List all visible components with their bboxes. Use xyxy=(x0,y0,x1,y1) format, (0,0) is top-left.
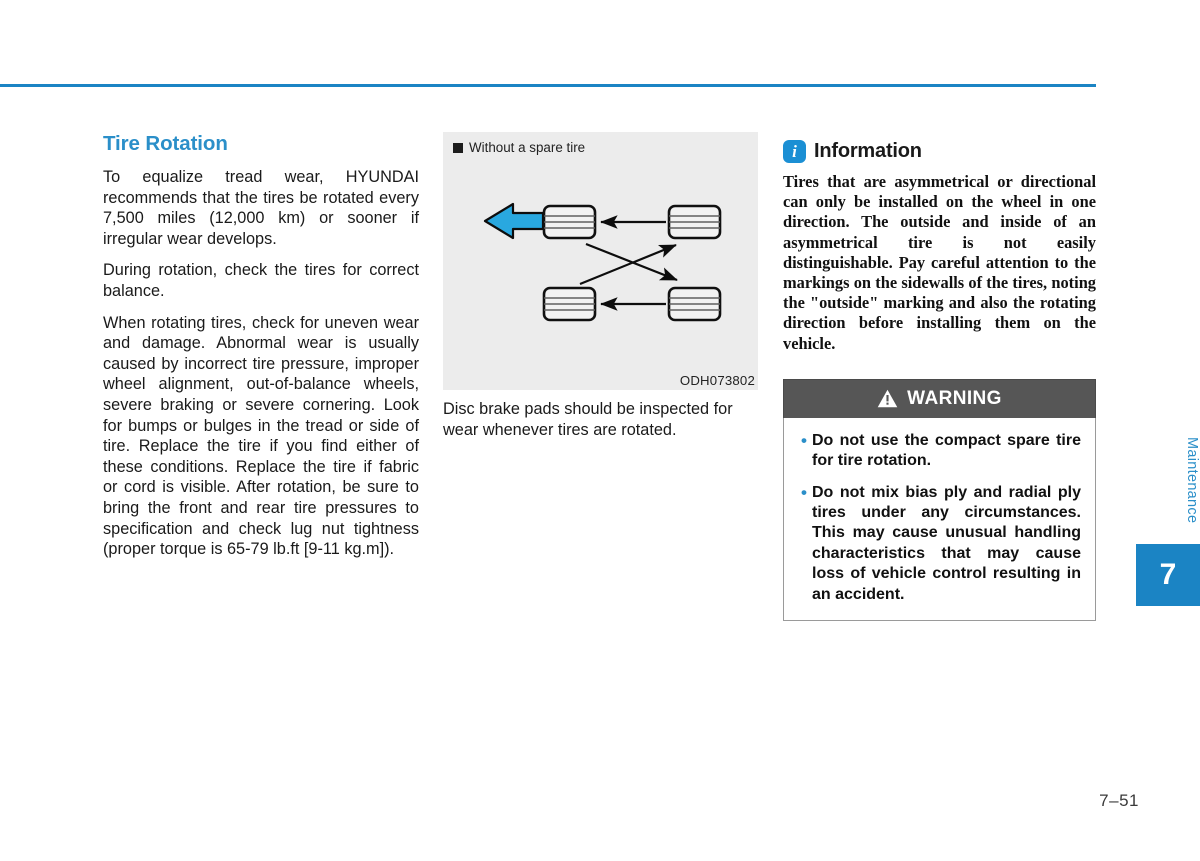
warning-list-item: • Do not use the compact spare tire for … xyxy=(796,431,1081,472)
information-body: Tires that are asymmetrical or direction… xyxy=(783,172,1096,353)
bullet-icon: • xyxy=(801,430,807,450)
page-number: 7–51 xyxy=(1099,791,1139,810)
tire-rotation-figure: Without a spare tire ODH073802 xyxy=(443,132,758,390)
warning-item-text: Do not use the compact spare tire for ti… xyxy=(812,431,1081,470)
figure-caption: Disc brake pads should be inspected for … xyxy=(443,400,733,439)
warning-body: • Do not use the compact spare tire for … xyxy=(783,417,1096,622)
information-header: i Information xyxy=(783,140,1096,163)
tire-front-right xyxy=(542,286,597,322)
chapter-tab-number: 7 xyxy=(1136,544,1200,606)
figure-code: ODH073802 xyxy=(679,373,755,388)
tire-front-left xyxy=(542,204,597,240)
warning-header: WARNING xyxy=(783,378,1096,418)
left-text-column: Tire Rotation To equalize tread wear, HY… xyxy=(103,132,419,560)
information-title: Information xyxy=(814,140,922,162)
chapter-tab-label: Maintenance xyxy=(1184,437,1200,524)
warning-title: WARNING xyxy=(907,387,1002,409)
rotation-arrow-diagonal-up xyxy=(579,243,677,286)
forward-direction-arrow-icon xyxy=(483,202,545,240)
warning-triangle-icon xyxy=(877,390,898,408)
tire-rotation-diagram xyxy=(483,202,722,322)
figure-column: Without a spare tire ODH073802 Disc brak… xyxy=(443,132,758,440)
warning-item-text: Do not mix bias ply and radial ply tires… xyxy=(812,483,1081,603)
warning-box: WARNING • Do not use the compact spare t… xyxy=(783,378,1096,622)
tire-rear-left xyxy=(667,204,722,240)
info-icon: i xyxy=(783,140,806,163)
bullet-icon: • xyxy=(801,482,807,502)
body-paragraph: During rotation, check the tires for cor… xyxy=(103,261,419,300)
page-title: Tire Rotation xyxy=(103,132,228,155)
manual-page: Tire Rotation To equalize tread wear, HY… xyxy=(0,0,1200,861)
tire-rear-right xyxy=(667,286,722,322)
body-paragraph: When rotating tires, check for uneven we… xyxy=(103,313,419,559)
header-rule xyxy=(0,84,1096,87)
warning-list-item: • Do not mix bias ply and radial ply tir… xyxy=(796,483,1081,605)
right-column: i Information Tires that are asymmetrica… xyxy=(783,140,1096,622)
body-paragraph: To equalize tread wear, HYUNDAI recommen… xyxy=(103,168,419,248)
